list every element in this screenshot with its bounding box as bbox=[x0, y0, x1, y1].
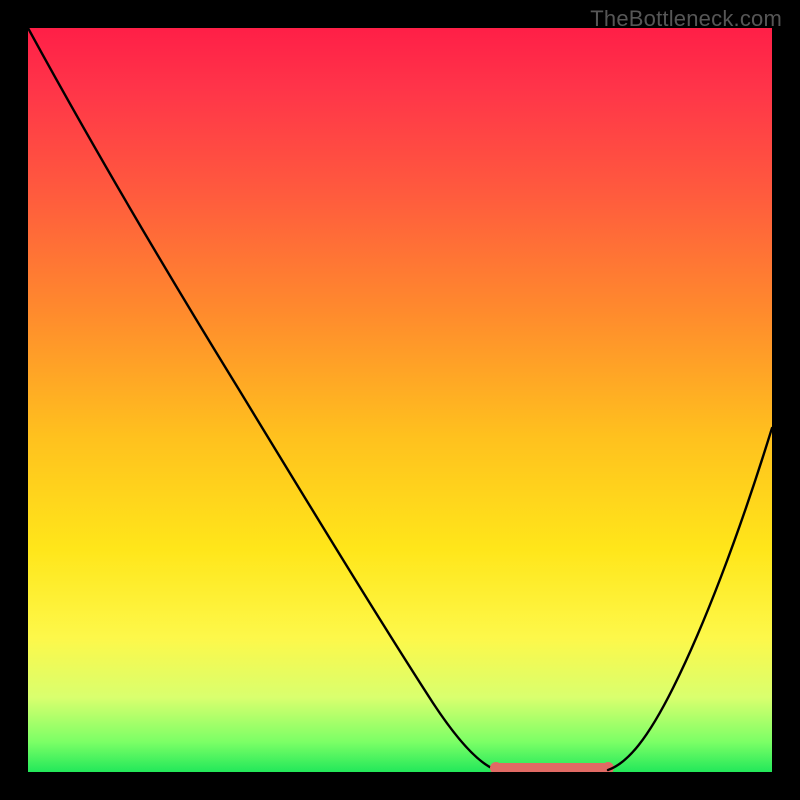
plot-area bbox=[28, 28, 772, 772]
curves-svg bbox=[28, 28, 772, 772]
right-curve bbox=[608, 428, 772, 770]
left-curve bbox=[28, 28, 496, 770]
chart-frame: TheBottleneck.com bbox=[0, 0, 800, 800]
